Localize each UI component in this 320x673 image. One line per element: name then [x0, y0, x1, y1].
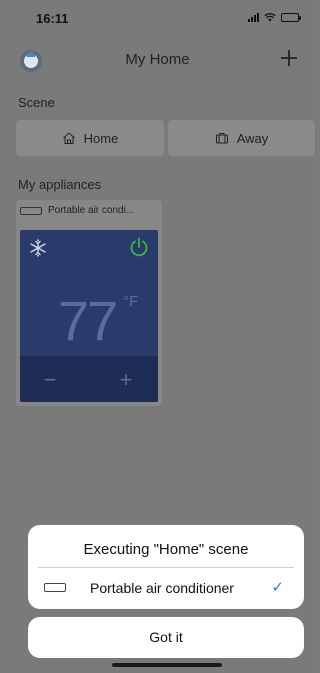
scene-section-label: Scene — [18, 95, 55, 110]
page-title: My Home — [125, 51, 190, 68]
temperature-value: 77 — [58, 289, 118, 352]
decrease-temp-button[interactable]: − — [40, 369, 60, 391]
air-conditioner-icon — [20, 206, 42, 215]
house-icon — [62, 132, 75, 144]
scene-home-label: Home — [83, 130, 119, 146]
signal-icon — [248, 13, 259, 22]
appliance-name: Portable air condi... — [48, 205, 135, 216]
power-icon[interactable] — [128, 236, 150, 258]
status-icons — [248, 13, 301, 22]
appliance-header: Portable air condi... — [20, 205, 158, 216]
plus-icon — [281, 50, 297, 66]
check-icon: ✓ — [271, 579, 284, 596]
scene-home-button[interactable]: Home — [16, 120, 164, 156]
status-time: 16:11 — [36, 11, 69, 26]
add-button[interactable] — [275, 44, 303, 72]
appliances-section-label: My appliances — [18, 177, 102, 192]
snowflake-icon[interactable] — [28, 238, 48, 258]
temperature-unit: °F — [123, 293, 139, 310]
wifi-icon — [264, 13, 276, 22]
suitcase-icon — [215, 133, 228, 144]
got-it-button[interactable]: Got it — [28, 617, 304, 658]
app-header: My Home — [0, 40, 315, 80]
appliance-card[interactable]: Portable air condi... 77 °F − + — [16, 200, 162, 406]
home-indicator[interactable] — [112, 663, 222, 667]
dialog-row: Portable air conditioner ✓ — [28, 568, 304, 609]
battery-icon — [281, 13, 301, 22]
app-screen: 16:11 My Home Scene Home Away My applian… — [0, 0, 315, 673]
scene-away-label: Away — [236, 130, 269, 146]
status-bar: 16:11 — [0, 0, 315, 36]
scene-away-button[interactable]: Away — [168, 120, 315, 156]
increase-temp-button[interactable]: + — [116, 369, 136, 391]
air-conditioner-icon — [44, 583, 66, 592]
ac-control-panel: 77 °F − + — [20, 230, 158, 402]
dialog-row-label: Portable air conditioner — [90, 580, 234, 596]
scene-execution-dialog: Executing "Home" scene Portable air cond… — [28, 525, 304, 609]
dialog-title: Executing "Home" scene — [83, 541, 249, 558]
